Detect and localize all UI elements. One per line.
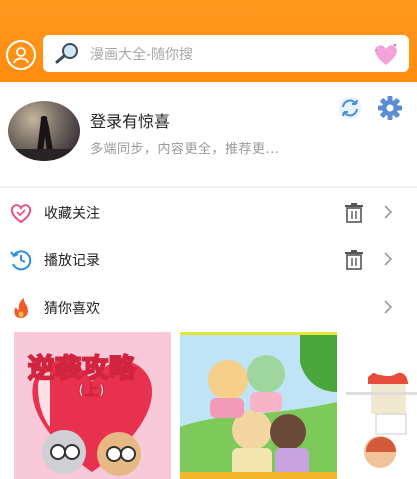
trash-icon[interactable] <box>343 202 365 224</box>
comic-cover[interactable] <box>180 332 337 479</box>
search-input[interactable]: 漫画大全-随你搜 <box>90 44 193 64</box>
comic-cover[interactable]: 逆袭攻略 (上) <box>14 332 171 479</box>
section-divider <box>0 186 417 188</box>
heart-icon[interactable] <box>371 41 401 67</box>
favorites-row[interactable]: 收藏关注 <box>0 190 417 236</box>
profile-card[interactable]: 登录有惊喜 多端同步，内容更全，推荐更... <box>0 82 417 186</box>
recommend-label: 猜你喜欢 <box>44 301 100 317</box>
top-header: 漫画大全-随你搜 <box>0 0 417 82</box>
login-subtitle: 多端同步，内容更全，推荐更... <box>90 142 280 157</box>
history-row[interactable]: 播放记录 <box>0 237 417 283</box>
favorites-label: 收藏关注 <box>44 206 100 222</box>
history-clock-icon <box>10 250 32 271</box>
search-bar[interactable]: 漫画大全-随你搜 <box>43 35 409 72</box>
trash-icon[interactable] <box>343 249 365 271</box>
comic-subtitle: (上) <box>78 383 106 400</box>
fire-icon <box>14 298 28 318</box>
profile-avatar[interactable] <box>8 101 80 161</box>
comic-cover-art <box>346 332 417 479</box>
gear-icon[interactable] <box>376 95 404 121</box>
comic-cover[interactable] <box>346 332 417 479</box>
sync-icon[interactable] <box>336 96 364 120</box>
comic-cover-art <box>180 332 337 479</box>
recommend-row[interactable]: 猜你喜欢 <box>0 285 417 331</box>
history-label: 播放记录 <box>44 253 100 269</box>
user-icon <box>13 47 29 64</box>
login-title[interactable]: 登录有惊喜 <box>90 108 170 132</box>
search-icon <box>55 43 78 64</box>
chevron-right-icon[interactable] <box>382 298 394 316</box>
heart-outline-icon <box>10 204 32 224</box>
chevron-right-icon[interactable] <box>382 203 394 221</box>
chevron-right-icon[interactable] <box>382 250 394 268</box>
user-avatar-button[interactable] <box>6 40 36 70</box>
